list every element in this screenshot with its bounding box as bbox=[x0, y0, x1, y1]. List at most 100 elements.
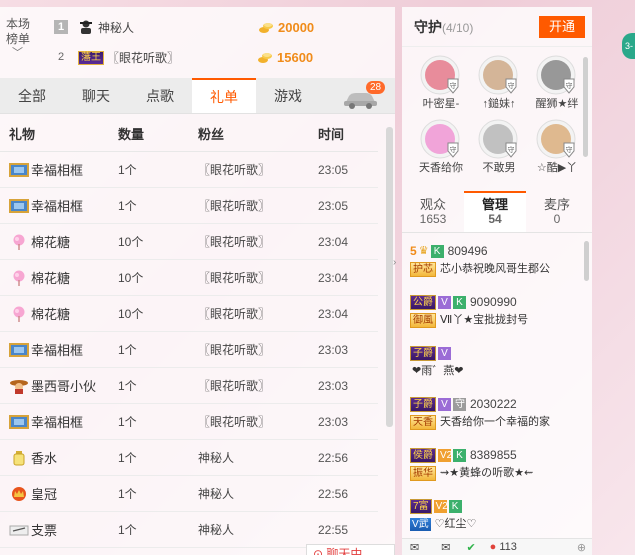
guard-member[interactable]: 守叶密星- bbox=[412, 55, 470, 111]
tab-admin[interactable]: 管理 54 bbox=[464, 191, 526, 232]
tab-mic-queue-count: 0 bbox=[553, 212, 561, 226]
member-line-2: 护芯 芯小恭祝晚风哥生郡公 bbox=[410, 260, 588, 278]
member-item[interactable]: 子爵 V ❤雨゛燕❤ bbox=[410, 344, 588, 380]
left-tab-bar: 全部 聊天 点歌 礼单 游戏 28 bbox=[0, 78, 395, 114]
open-guard-button[interactable]: 开通 bbox=[539, 16, 585, 38]
gift-list-header: 礼物 数量 粉丝 时间 bbox=[0, 116, 378, 152]
table-row[interactable]: 幸福相框 1个 〖眼花听歌〗 23:03 bbox=[0, 332, 378, 368]
gift-name: 幸福相框 bbox=[31, 199, 84, 214]
crown-gift-icon bbox=[9, 486, 31, 502]
time-cell: 23:03 bbox=[318, 414, 349, 429]
member-item[interactable]: 子爵 V 守 2030222 天香 天香给你一个幸福的家 bbox=[410, 395, 588, 431]
gift-list-scrollbar[interactable] bbox=[386, 127, 393, 427]
qty-cell: 10个 bbox=[118, 235, 144, 249]
collapse-arrow-icon[interactable]: › bbox=[393, 248, 401, 278]
fan-cell[interactable]: 神秘人 bbox=[198, 449, 318, 466]
fan-badge: 御風 bbox=[410, 312, 436, 328]
rank-number: 2 bbox=[57, 51, 65, 63]
frame-gift-icon bbox=[9, 198, 31, 214]
time-cell: 22:56 bbox=[318, 450, 349, 465]
rank-score: 15600 bbox=[277, 49, 314, 65]
tab-gift-list[interactable]: 礼单 bbox=[192, 78, 256, 113]
member-nickname: ❤雨゛燕❤ bbox=[412, 365, 464, 377]
qty-cell: 10个 bbox=[118, 307, 144, 321]
fan-badge: V武 bbox=[410, 517, 431, 531]
gift-cell: 墨西哥小伙 bbox=[0, 376, 118, 395]
mexican-gift-icon bbox=[9, 378, 31, 394]
member-item[interactable]: 5 ♛ K 809496 护芯 芯小恭祝晚风哥生郡公 bbox=[410, 242, 588, 278]
fan-cell[interactable]: 〖眼花听歌〗 bbox=[198, 413, 318, 430]
zoom-icon[interactable]: ⊕ bbox=[577, 541, 586, 554]
member-tag: V2 bbox=[438, 448, 453, 462]
guard-member[interactable]: 守天香给你 bbox=[412, 119, 470, 175]
guard-avatar: 守 bbox=[420, 55, 460, 95]
member-list-scrollbar[interactable] bbox=[584, 241, 589, 281]
guard-name: ☆酷▶丫 bbox=[536, 162, 578, 174]
side-float-button[interactable]: 3- bbox=[622, 33, 635, 59]
member-item[interactable]: 公爵 V K 9090990 御風 Ⅶ丫★宝批拢封号 bbox=[410, 293, 588, 329]
fan-cell[interactable]: 〖眼花听歌〗 bbox=[198, 269, 318, 286]
table-row[interactable]: 皇冠 1个 神秘人 22:56 bbox=[0, 476, 378, 512]
guard-member[interactable]: 守不敢男 bbox=[470, 119, 528, 175]
rank-row[interactable]: 2 藩王 〖眼花听歌〗 15600 bbox=[54, 46, 384, 68]
gift-name: 幸福相框 bbox=[31, 163, 84, 178]
table-row[interactable]: 墨西哥小伙 1个 〖眼花听歌〗 23:03 bbox=[0, 368, 378, 404]
fan-cell[interactable]: 〖眼花听歌〗 bbox=[198, 377, 318, 394]
header-time: 时间 bbox=[318, 127, 345, 142]
check-icon[interactable]: ✔ bbox=[466, 541, 475, 554]
mail-icon[interactable]: ✉ bbox=[441, 541, 450, 554]
member-tag: V bbox=[438, 397, 451, 411]
fan-cell[interactable]: 〖眼花听歌〗 bbox=[198, 197, 318, 214]
fan-cell[interactable]: 〖眼花听歌〗 bbox=[198, 233, 318, 250]
member-line-1: 公爵 V K 9090990 bbox=[410, 293, 588, 311]
rank-row[interactable]: 1 神秘人 20000 bbox=[54, 16, 384, 38]
tab-audience[interactable]: 观众 1653 bbox=[402, 191, 464, 232]
gift-name: 幸福相框 bbox=[31, 343, 84, 358]
guard-scrollbar[interactable] bbox=[583, 57, 588, 157]
gift-cell: 幸福相框 bbox=[0, 412, 118, 431]
guard-member[interactable]: 守 ☆酷▶丫 bbox=[528, 119, 586, 175]
member-line-2: 御風 Ⅶ丫★宝批拢封号 bbox=[410, 311, 588, 329]
member-tag: K bbox=[453, 295, 466, 309]
table-row[interactable]: 幸福相框 1个 〖眼花听歌〗 23:03 bbox=[0, 404, 378, 440]
table-row[interactable]: 支票 1个 神秘人 22:55 bbox=[0, 512, 378, 548]
time-cell: 22:56 bbox=[318, 486, 349, 501]
fan-cell[interactable]: 神秘人 bbox=[198, 485, 318, 502]
member-line-2: ❤雨゛燕❤ bbox=[410, 362, 588, 380]
inbox-icon[interactable]: ✉ bbox=[410, 541, 419, 554]
gift-name: 棉花糖 bbox=[31, 307, 71, 322]
tab-chat[interactable]: 聊天 bbox=[64, 78, 128, 113]
member-item[interactable]: 7富 V2 K V武 ♡红尘♡ bbox=[410, 497, 588, 533]
table-row[interactable]: 幸福相框 1个 〖眼花听歌〗 23:05 bbox=[0, 188, 378, 224]
fan-cell[interactable]: 〖眼花听歌〗 bbox=[198, 305, 318, 322]
table-row[interactable]: 棉花糖 10个 〖眼花听歌〗 23:04 bbox=[0, 296, 378, 332]
tab-games[interactable]: 游戏 bbox=[256, 78, 320, 113]
svg-text:守: 守 bbox=[450, 81, 457, 90]
guard-member[interactable]: 守 ↑鎚妹↑ bbox=[470, 55, 528, 111]
frame-gift-icon bbox=[9, 342, 31, 358]
member-level: 5 bbox=[410, 244, 417, 258]
fan-cell[interactable]: 〖眼花听歌〗 bbox=[198, 341, 318, 358]
candy-gift-icon bbox=[9, 306, 31, 322]
fan-cell[interactable]: 〖眼花听歌〗 bbox=[198, 161, 318, 178]
qty-cell: 1个 bbox=[118, 343, 137, 357]
member-nickname: Ⅶ丫★宝批拢封号 bbox=[440, 314, 529, 326]
table-row[interactable]: 棉花糖 10个 〖眼花听歌〗 23:04 bbox=[0, 260, 378, 296]
guard-title: 守护(4/10) bbox=[414, 17, 473, 37]
member-item[interactable]: 侯爵 V2 K 8389855 振华 ⇝★黄蜂の听歌★⇜ bbox=[410, 446, 588, 482]
qty-cell: 10个 bbox=[118, 271, 144, 285]
tab-mic-queue[interactable]: 麦序 0 bbox=[526, 191, 588, 232]
tab-admin-label: 管理 bbox=[481, 197, 508, 212]
table-row[interactable]: 棉花糖 10个 〖眼花听歌〗 23:04 bbox=[0, 224, 378, 260]
chat-status-button[interactable]: ⊙ 聊天中... bbox=[306, 544, 395, 555]
fan-cell[interactable]: 神秘人 bbox=[198, 521, 318, 538]
table-row[interactable]: 幸福相框 1个 〖眼花听歌〗 23:05 bbox=[0, 152, 378, 188]
member-tag: V bbox=[438, 346, 451, 360]
guard-avatar: 守 bbox=[478, 119, 518, 159]
table-row[interactable]: 香水 1个 神秘人 22:56 bbox=[0, 440, 378, 476]
rank-label[interactable]: 本场 榜单 ﹀ bbox=[6, 17, 36, 59]
gift-cell: 幸福相框 bbox=[0, 196, 118, 215]
tab-all[interactable]: 全部 bbox=[0, 78, 64, 113]
tab-song-request[interactable]: 点歌 bbox=[128, 78, 192, 113]
guard-member[interactable]: 守醒狮★绊 bbox=[528, 55, 586, 111]
